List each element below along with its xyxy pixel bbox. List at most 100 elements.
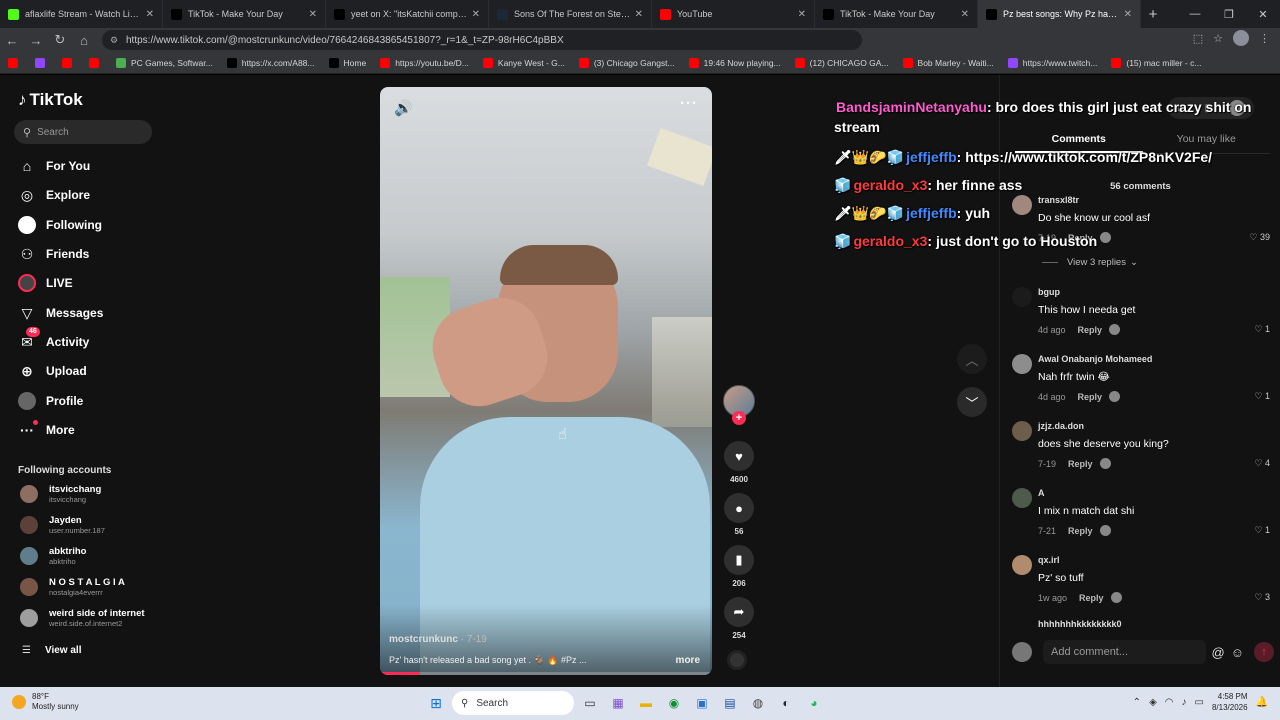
new-tab-button[interactable]: + xyxy=(1141,6,1165,23)
bookmark-item[interactable] xyxy=(89,57,104,68)
sidebar-item-upload[interactable]: ⊕ Upload xyxy=(18,359,87,383)
commenter-name[interactable]: bgup xyxy=(1038,287,1060,297)
close-tab-icon[interactable]: ✕ xyxy=(961,9,969,20)
add-comment-input[interactable]: Add comment... xyxy=(1043,640,1206,664)
commenter-name[interactable]: A xyxy=(1038,488,1045,498)
close-tab-icon[interactable]: ✕ xyxy=(146,9,154,20)
comment-like-button[interactable]: ♡ 1 xyxy=(1254,525,1270,536)
discord-icon[interactable]: ◍ xyxy=(746,691,770,715)
sidebar-item-friends[interactable]: ⚇ Friends xyxy=(18,242,90,266)
mention-icon[interactable]: @ xyxy=(1212,645,1225,660)
follow-plus-icon[interactable]: + xyxy=(732,411,746,425)
wifi-icon[interactable]: ◠ xyxy=(1165,697,1174,708)
bookmark-item[interactable]: (3) Chicago Gangst... xyxy=(578,57,675,68)
store-icon[interactable]: ▣ xyxy=(690,691,714,715)
commenter-avatar[interactable] xyxy=(1012,421,1032,441)
following-account[interactable]: weird side of internet weird.side.of.inte… xyxy=(20,605,145,631)
following-account[interactable]: N O S T A L G I Anostalgia4everrr xyxy=(20,574,125,600)
browser-profile-avatar[interactable] xyxy=(1233,30,1249,46)
back-icon[interactable]: ← xyxy=(0,33,24,48)
browser-tab-4[interactable]: YouTube ✕ xyxy=(652,0,815,28)
close-tab-icon[interactable]: ✕ xyxy=(309,9,317,20)
sidebar-item-messages[interactable]: ▽ Messages xyxy=(18,301,104,325)
reply-button[interactable]: Reply xyxy=(1078,392,1103,402)
commenter-avatar[interactable] xyxy=(1012,555,1032,575)
like-action[interactable]: ♥ 4600 xyxy=(723,441,755,484)
commenter-avatar[interactable] xyxy=(1012,488,1032,508)
share-icon[interactable]: ➦ xyxy=(724,597,754,627)
maximize-button[interactable]: ❐ xyxy=(1212,8,1246,21)
previous-video-button[interactable]: ︿ xyxy=(957,344,987,374)
bookmark-item[interactable]: (15) mac miller - c... xyxy=(1111,57,1201,68)
tray-chevron-icon[interactable]: ⌃ xyxy=(1133,697,1141,708)
reply-button[interactable]: Reply xyxy=(1078,325,1103,335)
sidebar-item-more[interactable]: ··· More xyxy=(18,418,75,442)
bookmark-item[interactable]: Kanye West - G... xyxy=(482,57,565,68)
sidebar-item-activity[interactable]: ✉ 46 Activity xyxy=(18,327,89,354)
share-action[interactable]: ➦ 254 xyxy=(723,597,755,640)
next-video-button[interactable]: ﹀ xyxy=(957,387,987,417)
close-tab-icon[interactable]: ✕ xyxy=(472,9,480,20)
bookmark-item[interactable]: 19:46 Now playing... xyxy=(688,57,781,68)
following-account[interactable]: itsvicchang itsvicchang xyxy=(20,481,101,507)
sidebar-item-explore[interactable]: ◎ Explore xyxy=(18,183,90,207)
volume-tray-icon[interactable]: ♪ xyxy=(1182,697,1187,708)
bookmark-item[interactable]: https://www.twitch... xyxy=(1007,57,1097,68)
comment-like-button[interactable]: ♡ 1 xyxy=(1254,391,1270,402)
taskbar-search[interactable]: ⚲ Search xyxy=(452,691,574,715)
app-icon[interactable]: ▤ xyxy=(718,691,742,715)
bookmark-item[interactable]: https://x.com/A88... xyxy=(226,57,315,68)
notification-bell-icon[interactable]: 🔔 xyxy=(1256,697,1268,708)
commenter-name[interactable]: Awal Onabanjo Mohameed xyxy=(1038,354,1152,364)
extensions-icon[interactable]: ⬚ xyxy=(1193,32,1203,45)
video-player[interactable]: 🔊 ··· mostcrunkunc · 7-19 Pz' hasn't rel… xyxy=(380,87,712,675)
tiktok-logo[interactable]: ♪ TikTok xyxy=(18,90,83,110)
widgets-icon[interactable]: ▦ xyxy=(606,691,630,715)
post-comment-button[interactable]: ↑ xyxy=(1254,642,1274,662)
comment-like-button[interactable]: ♡ 4 xyxy=(1254,458,1270,469)
sidebar-item-for-you[interactable]: ⌂ For You xyxy=(18,154,90,178)
reply-button[interactable]: Reply xyxy=(1068,526,1093,536)
commenter-name[interactable]: jzjz.da.don xyxy=(1038,421,1084,431)
bookmark-item[interactable] xyxy=(8,57,23,68)
browser-tab-1[interactable]: TikTok - Make Your Day ✕ xyxy=(163,0,326,28)
bookmark-item[interactable]: PC Games, Softwar... xyxy=(116,57,213,68)
chrome-icon[interactable]: ◉ xyxy=(662,691,686,715)
close-tab-icon[interactable]: ✕ xyxy=(1124,9,1132,20)
emoji-icon[interactable]: ☺ xyxy=(1231,645,1244,660)
bookmark-item[interactable]: Home xyxy=(328,57,366,68)
battery-icon[interactable]: ▭ xyxy=(1195,697,1204,708)
file-explorer-icon[interactable]: ▬ xyxy=(634,691,658,715)
reload-icon[interactable]: ↻ xyxy=(48,32,72,48)
reply-button[interactable]: Reply xyxy=(1068,459,1093,469)
video-options-icon[interactable]: ··· xyxy=(680,95,698,112)
sidebar-item-following[interactable]: Following xyxy=(18,213,102,237)
browser-tab-5[interactable]: TikTok - Make Your Day ✕ xyxy=(815,0,978,28)
bookmark-item[interactable]: https://youtu.be/D... xyxy=(380,57,469,68)
home-icon[interactable]: ⌂ xyxy=(72,33,96,48)
steam-icon[interactable]: ◐ xyxy=(774,691,798,715)
search-input[interactable]: ⚲ Search xyxy=(14,120,152,144)
weather-widget[interactable]: 88°F Mostly sunny xyxy=(12,692,79,712)
volume-icon[interactable]: 🔊 xyxy=(394,99,413,117)
forward-icon[interactable]: → xyxy=(24,33,48,48)
heart-icon[interactable]: ♥ xyxy=(724,441,754,471)
spotify-icon[interactable]: ◕ xyxy=(802,691,826,715)
comment-like-button[interactable]: ♡ 1 xyxy=(1254,324,1270,335)
task-view-icon[interactable]: ▭ xyxy=(578,691,602,715)
commenter-name[interactable]: qx.irl xyxy=(1038,555,1060,565)
sidebar-item-live[interactable]: LIVE xyxy=(18,271,73,295)
comment-like-button[interactable]: ♡ 3 xyxy=(1254,592,1270,603)
close-tab-icon[interactable]: ✕ xyxy=(798,9,806,20)
comment-action[interactable]: ● 56 xyxy=(723,493,755,536)
url-field[interactable]: ⚙ https://www.tiktok.com/@mostcrunkunc/v… xyxy=(102,30,862,50)
bookmark-star-icon[interactable]: ☆ xyxy=(1213,32,1223,45)
reply-button[interactable]: Reply xyxy=(1079,593,1104,603)
following-account[interactable]: abktriho abktriho xyxy=(20,543,86,569)
tray-app-icon[interactable]: ◈ xyxy=(1149,697,1157,708)
video-more-link[interactable]: more xyxy=(676,655,700,666)
bookmark-item[interactable]: (12) CHICAGO GA... xyxy=(794,57,889,68)
following-account[interactable]: Jayden user.number.187 xyxy=(20,512,105,538)
browser-tab-6[interactable]: Pz best songs: Why Pz hasn't ✕ xyxy=(978,0,1141,28)
close-window-button[interactable]: ✕ xyxy=(1246,8,1280,21)
